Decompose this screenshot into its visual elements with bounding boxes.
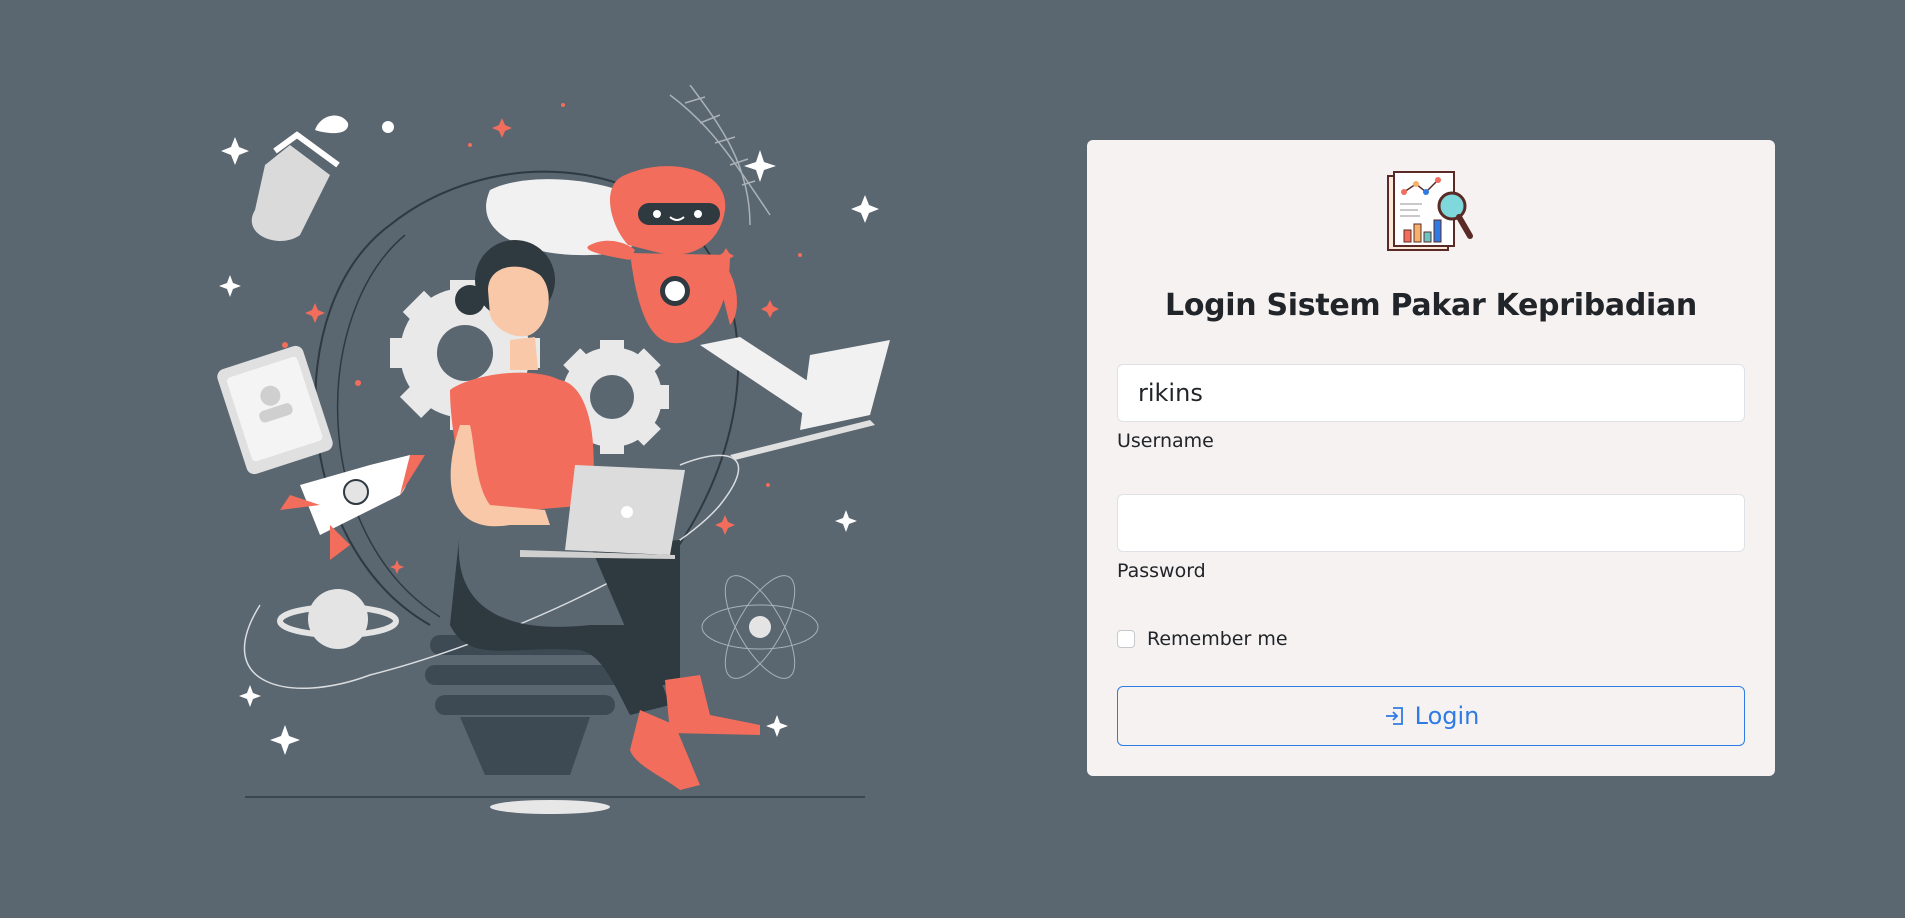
hero-illustration (170, 84, 910, 845)
username-label: Username (1117, 430, 1214, 452)
remember-me-checkbox[interactable] (1117, 630, 1135, 648)
login-button-label: Login (1414, 702, 1480, 730)
login-card: Login Sistem Pakar Kepribadian Username … (1087, 140, 1775, 776)
password-label: Password (1117, 560, 1206, 582)
login-button[interactable]: Login (1117, 686, 1745, 746)
page-title: Login Sistem Pakar Kepribadian (1165, 288, 1697, 323)
remember-me-label: Remember me (1147, 628, 1288, 650)
password-input[interactable] (1117, 494, 1745, 552)
username-input[interactable] (1117, 364, 1745, 422)
remember-me-row: Remember me (1117, 628, 1288, 650)
sign-in-icon (1385, 707, 1403, 725)
report-magnifier-icon (1386, 170, 1476, 255)
